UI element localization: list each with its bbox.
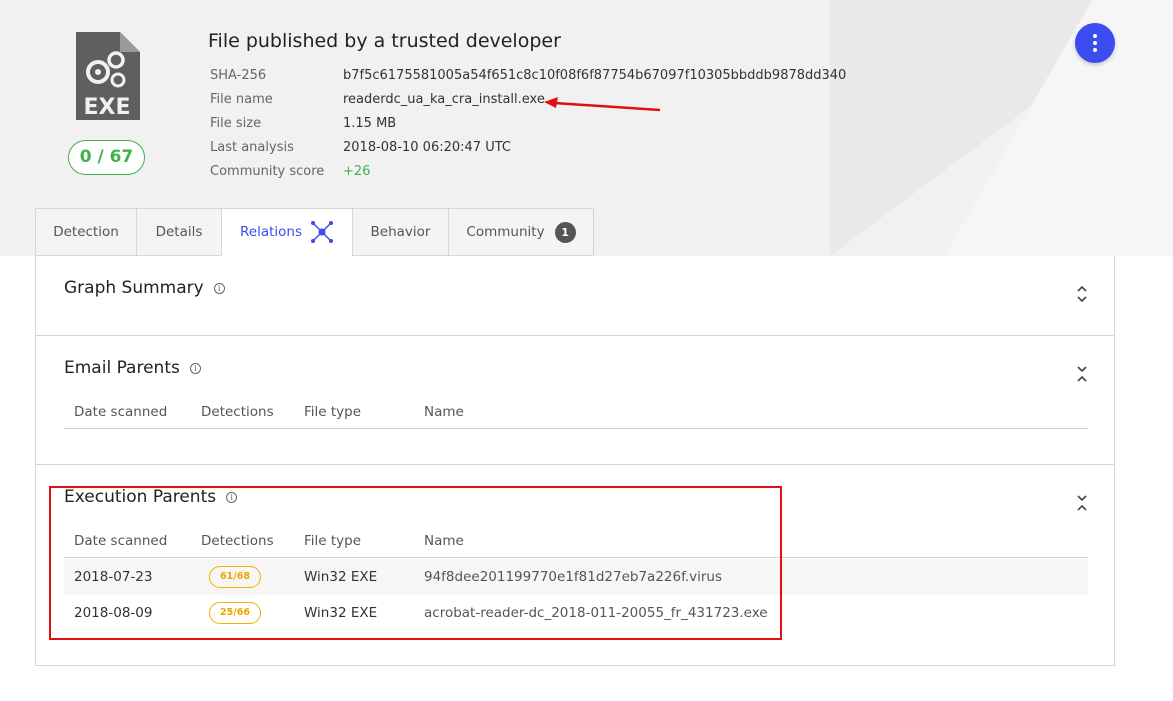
- meta-value: 1.15 MB: [343, 116, 397, 131]
- tab-label: Relations: [240, 224, 302, 240]
- section-title: Graph Summary i: [64, 278, 225, 298]
- meta-row-community-score: Community score +26: [210, 162, 846, 186]
- column-header[interactable]: File type: [304, 404, 424, 420]
- section-title-text: Graph Summary: [64, 278, 204, 298]
- info-icon[interactable]: i: [189, 362, 201, 374]
- page-title: File published by a trusted developer: [208, 30, 561, 52]
- tab-relations[interactable]: Relations: [221, 208, 352, 256]
- section-title: Email Parents i: [64, 358, 201, 378]
- tab-details[interactable]: Details: [136, 208, 221, 256]
- tab-label: Community: [466, 224, 545, 240]
- tab-community[interactable]: Community 1: [448, 208, 594, 256]
- more-options-button[interactable]: [1075, 23, 1115, 63]
- tab-label: Detection: [53, 224, 119, 240]
- tab-detection[interactable]: Detection: [35, 208, 136, 256]
- info-icon[interactable]: i: [213, 282, 225, 294]
- email-parents-section: Email Parents i Date scanned Detections …: [36, 336, 1114, 465]
- expand-collapse-icon[interactable]: [1075, 283, 1089, 305]
- dot-icon: [1093, 41, 1097, 45]
- tab-label: Behavior: [370, 224, 431, 240]
- tab-behavior[interactable]: Behavior: [352, 208, 448, 256]
- meta-row-sha256: SHA-256 b7f5c6175581005a54f651c8c10f08f6…: [210, 66, 846, 90]
- meta-value: +26: [343, 164, 371, 179]
- exe-file-icon: EXE: [76, 32, 140, 120]
- annotation-highlight-box: [49, 486, 782, 640]
- meta-key: Community score: [210, 164, 325, 179]
- meta-value: b7f5c6175581005a54f651c8c10f08f6f87754b6…: [343, 68, 847, 83]
- meta-key: File size: [210, 116, 262, 131]
- graph-summary-section: Graph Summary i: [36, 256, 1114, 336]
- meta-key: Last analysis: [210, 140, 294, 155]
- relations-graph-icon: [311, 221, 333, 243]
- collapse-icon[interactable]: [1075, 492, 1089, 514]
- meta-key: SHA-256: [210, 68, 267, 83]
- file-metadata: SHA-256 b7f5c6175581005a54f651c8c10f08f6…: [210, 66, 846, 186]
- tab-label: Details: [155, 224, 203, 240]
- meta-row-filename: File name readerdc_ua_ka_cra_install.exe: [210, 90, 846, 114]
- table-header: Date scanned Detections File type Name: [64, 395, 1088, 429]
- column-header[interactable]: Date scanned: [64, 404, 201, 420]
- dot-icon: [1093, 34, 1097, 38]
- meta-row-filesize: File size 1.15 MB: [210, 114, 846, 138]
- meta-value: readerdc_ua_ka_cra_install.exe: [343, 92, 545, 107]
- column-header[interactable]: Detections: [201, 404, 304, 420]
- collapse-icon[interactable]: [1075, 363, 1089, 385]
- tab-bar: Detection Details Relations Behavior Com…: [35, 208, 594, 256]
- community-count-badge: 1: [554, 221, 576, 243]
- detection-score-badge: 0 / 67: [68, 140, 145, 175]
- section-title-text: Email Parents: [64, 358, 180, 378]
- meta-key: File name: [210, 92, 273, 107]
- meta-value: 2018-08-10 06:20:47 UTC: [343, 140, 511, 155]
- meta-row-last-analysis: Last analysis 2018-08-10 06:20:47 UTC: [210, 138, 846, 162]
- dot-icon: [1093, 48, 1097, 52]
- annotation-arrow: [544, 97, 661, 112]
- column-header[interactable]: Name: [424, 404, 1088, 420]
- file-type-label: EXE: [83, 95, 130, 120]
